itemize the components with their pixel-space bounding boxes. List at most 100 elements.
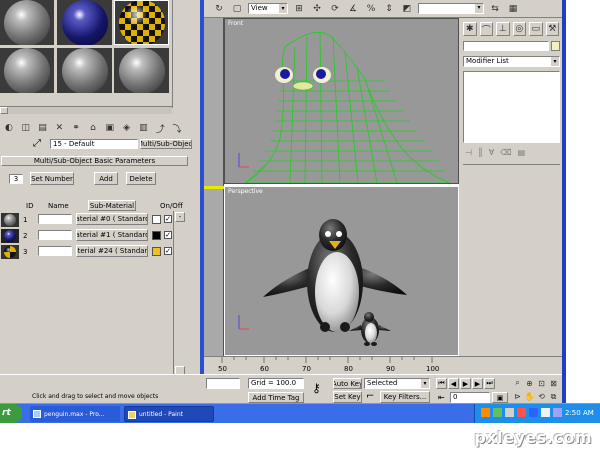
slot-scrollbar[interactable] bbox=[172, 0, 184, 108]
previous-frame-icon[interactable]: ◀ bbox=[448, 378, 459, 389]
get-material-icon[interactable]: ◐ bbox=[2, 121, 16, 135]
go-to-parent-icon[interactable]: ⤴ bbox=[153, 121, 167, 135]
zoom-extents-all-icon[interactable]: ⊠ bbox=[548, 377, 559, 389]
row-on-checkbox[interactable]: ✓ bbox=[164, 215, 172, 223]
material-slot-4[interactable] bbox=[0, 48, 54, 93]
reset-map-icon[interactable]: ✕ bbox=[52, 121, 66, 135]
snap-icon[interactable]: ⟳ bbox=[328, 2, 342, 16]
auto-key-button[interactable]: Auto Key bbox=[333, 378, 362, 389]
row-color-swatch[interactable] bbox=[152, 231, 161, 240]
go-to-end-icon[interactable]: ⏭ bbox=[484, 378, 495, 389]
play-icon[interactable]: ▶ bbox=[460, 378, 471, 389]
tray-icon[interactable] bbox=[481, 408, 490, 417]
list-scrollbar[interactable]: - bbox=[173, 211, 186, 378]
sub-material-button[interactable]: Material #1 ( Standard ) bbox=[76, 229, 148, 241]
material-effects-icon[interactable]: ▣ bbox=[103, 121, 117, 135]
pin-stack-icon[interactable]: ⊣ bbox=[465, 148, 472, 160]
pan-icon[interactable]: ✋ bbox=[524, 391, 535, 403]
header-sub-material[interactable]: Sub-Material bbox=[88, 200, 136, 211]
maximize-viewport-icon[interactable]: ⧉ bbox=[548, 391, 559, 403]
create-tab-icon[interactable]: ✱ bbox=[463, 22, 477, 36]
select-manipulate-icon[interactable]: ✣ bbox=[310, 2, 324, 16]
show-end-result-icon[interactable]: ║ bbox=[478, 148, 483, 160]
row-color-swatch[interactable] bbox=[152, 215, 161, 224]
remove-modifier-icon[interactable]: ⌫ bbox=[500, 148, 511, 160]
tray-icon[interactable] bbox=[505, 408, 514, 417]
rotate-icon[interactable]: ↻ bbox=[212, 2, 226, 16]
material-type-button[interactable]: Multi/Sub-Object bbox=[140, 139, 192, 149]
rollout-title[interactable]: Multi/Sub-Object Basic Parameters bbox=[1, 156, 188, 166]
tray-icon[interactable] bbox=[529, 408, 538, 417]
tray-icon[interactable] bbox=[517, 408, 526, 417]
arc-rotate-icon[interactable]: ⟲ bbox=[536, 391, 547, 403]
named-selection-dropdown[interactable]: ▾ bbox=[418, 3, 484, 14]
row-name-field[interactable] bbox=[38, 246, 72, 256]
mirror-icon[interactable]: ⇆ bbox=[488, 2, 502, 16]
scroll-down-button[interactable] bbox=[174, 97, 183, 106]
make-unique-icon[interactable]: ⚭ bbox=[69, 121, 83, 135]
scale-icon[interactable]: ▢ bbox=[230, 2, 244, 16]
key-filters-button[interactable]: Key Filters... bbox=[380, 391, 430, 403]
make-unique-icon[interactable]: ∀ bbox=[489, 148, 494, 160]
next-frame-icon[interactable]: ▶ bbox=[472, 378, 483, 389]
row-on-checkbox[interactable]: ✓ bbox=[164, 231, 172, 239]
modifier-stack[interactable] bbox=[463, 71, 560, 143]
slot-horizontal-scrollbar[interactable] bbox=[0, 106, 172, 114]
material-slot-5[interactable] bbox=[57, 48, 112, 93]
put-library-icon[interactable]: ⌂ bbox=[86, 121, 100, 135]
object-name-field[interactable] bbox=[463, 41, 549, 51]
row-name-field[interactable] bbox=[38, 230, 72, 240]
taskbar-item-penguin[interactable]: penguin.max - Pro... bbox=[30, 406, 120, 422]
pick-material-icon[interactable]: ⤢ bbox=[33, 138, 45, 150]
go-forward-icon[interactable]: ⤵ bbox=[170, 121, 184, 135]
timeline-ruler[interactable]: 50 60 70 80 90 100 bbox=[204, 356, 460, 374]
show-end-result-icon[interactable]: ▥ bbox=[137, 121, 151, 135]
time-config-icon[interactable]: ▣ bbox=[492, 392, 508, 403]
put-to-scene-icon[interactable]: ◫ bbox=[19, 121, 33, 135]
add-time-tag-button[interactable]: Add Time Tag bbox=[248, 392, 304, 403]
scroll-left-button[interactable] bbox=[0, 107, 8, 114]
tray-icon[interactable] bbox=[493, 408, 502, 417]
material-slot-2[interactable] bbox=[57, 0, 112, 45]
small-minus-button[interactable]: - bbox=[175, 212, 185, 222]
zoom-extents-icon[interactable]: ⊡ bbox=[536, 377, 547, 389]
zoom-all-icon[interactable]: ⊕ bbox=[524, 377, 535, 389]
perspective-viewport[interactable]: Perspective bbox=[224, 186, 459, 356]
set-number-button[interactable]: Set Number bbox=[30, 172, 74, 185]
row-on-checkbox[interactable]: ✓ bbox=[164, 247, 172, 255]
taskbar-item-paint[interactable]: untitled - Paint bbox=[124, 406, 214, 422]
display-tab-icon[interactable]: ▭ bbox=[529, 22, 543, 36]
tray-icon[interactable] bbox=[553, 408, 562, 417]
set-key-icon[interactable]: ⌐ bbox=[366, 391, 374, 402]
angle-snap-icon[interactable]: ∡ bbox=[346, 2, 360, 16]
row-color-swatch[interactable] bbox=[152, 247, 161, 256]
key-icon[interactable]: ⚷ bbox=[312, 381, 321, 395]
delete-button[interactable]: Delete bbox=[126, 172, 156, 185]
percent-snap-icon[interactable]: % bbox=[364, 2, 378, 16]
object-color-swatch[interactable] bbox=[551, 41, 560, 51]
modifier-list-dropdown[interactable]: Modifier List ▾ bbox=[463, 56, 560, 67]
coordinate-field[interactable] bbox=[206, 378, 240, 389]
material-count-field[interactable]: 3 bbox=[9, 174, 23, 184]
pivot-icon[interactable]: ⊞ bbox=[292, 2, 306, 16]
configure-sets-icon[interactable]: ▤ bbox=[518, 148, 526, 160]
named-selection-icon[interactable]: ◩ bbox=[400, 2, 414, 16]
show-map-icon[interactable]: ◈ bbox=[120, 121, 134, 135]
field-of-view-icon[interactable]: ⊳ bbox=[512, 391, 523, 403]
go-to-start-icon[interactable]: ⏮ bbox=[436, 378, 447, 389]
current-frame-field[interactable]: 0 bbox=[450, 392, 490, 403]
key-mode-dropdown[interactable]: Selected ▾ bbox=[364, 378, 430, 389]
material-slot-3[interactable] bbox=[114, 0, 169, 45]
sub-material-button[interactable]: Material #24 ( Standard ) bbox=[76, 245, 148, 257]
row-name-field[interactable] bbox=[38, 214, 72, 224]
zoom-icon[interactable]: ⌕ bbox=[512, 377, 523, 389]
material-name-field[interactable]: 15 - Default bbox=[50, 139, 138, 149]
reference-coordinate-dropdown[interactable]: View ▾ bbox=[248, 3, 288, 14]
modify-tab-icon[interactable]: ⌒ bbox=[479, 22, 493, 36]
key-mode-icon[interactable]: ⇤ bbox=[438, 393, 445, 402]
front-viewport[interactable]: Front bbox=[224, 18, 459, 184]
sub-material-button[interactable]: Material #0 ( Standard ) bbox=[76, 213, 148, 225]
motion-tab-icon[interactable]: ◎ bbox=[512, 22, 526, 36]
material-slot-1[interactable] bbox=[0, 0, 54, 45]
tray-icon[interactable] bbox=[541, 408, 550, 417]
